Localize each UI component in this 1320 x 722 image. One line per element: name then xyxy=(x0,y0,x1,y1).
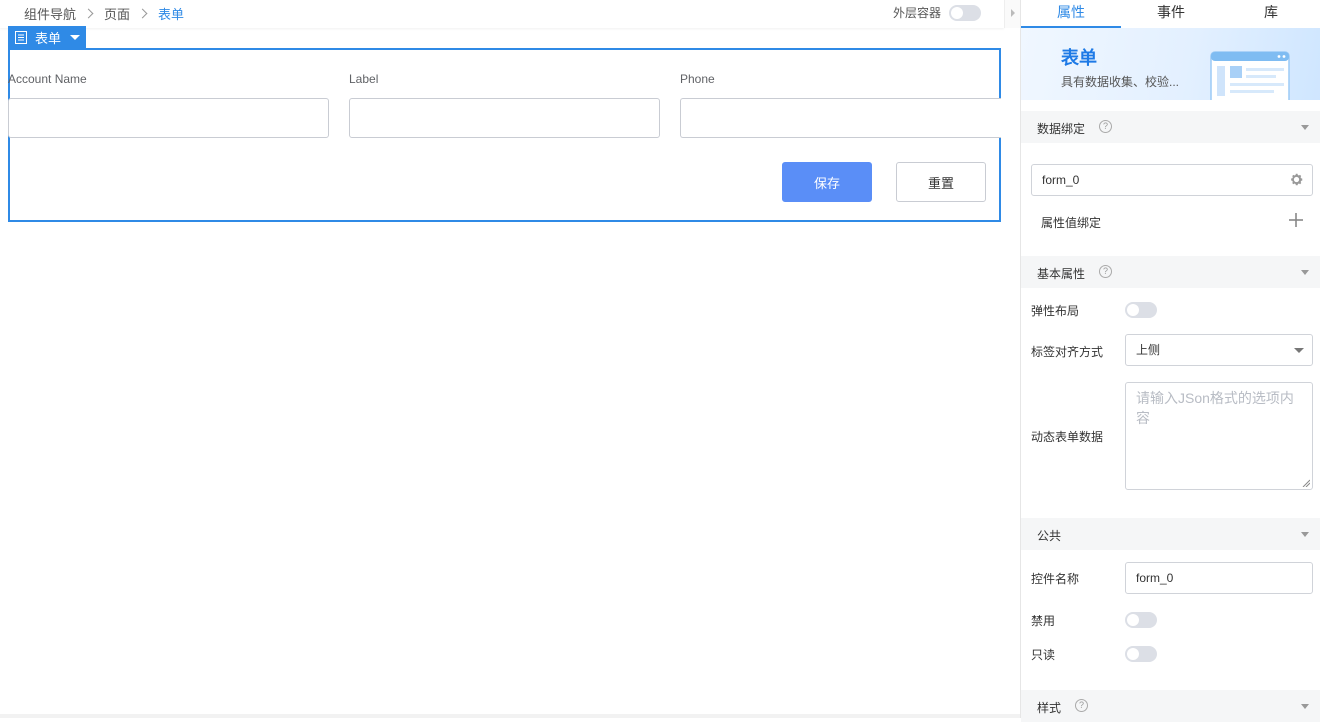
control-name-input[interactable]: form_0 xyxy=(1125,562,1313,594)
banner-title: 表单 xyxy=(1061,48,1097,68)
help-icon[interactable]: ? xyxy=(1099,265,1112,278)
form-component[interactable]: Account Name Label Phone 保存 重置 xyxy=(8,48,1001,222)
panel-tabs: 属性 事件 库 xyxy=(1021,0,1320,28)
caret-down-icon xyxy=(1301,270,1309,275)
dynamic-form-data-label: 动态表单数据 xyxy=(1031,430,1104,444)
section-title-data-binding: 数据绑定 xyxy=(1037,122,1086,136)
reset-button[interactable]: 重置 xyxy=(896,162,986,202)
dynamic-form-data-textarea[interactable]: 请输入JSon格式的选项内容 xyxy=(1125,382,1313,490)
prop-value-binding-label: 属性值绑定 xyxy=(1041,216,1102,230)
section-title-basic-properties: 基本属性 xyxy=(1037,267,1086,281)
tab-library[interactable]: 库 xyxy=(1221,0,1320,28)
form-illustration-icon xyxy=(1210,51,1290,100)
data-binding-input[interactable]: form_0 xyxy=(1031,164,1313,196)
field-label-label: Label xyxy=(349,72,379,86)
disabled-switch[interactable] xyxy=(1125,612,1157,628)
label-input[interactable] xyxy=(349,98,660,138)
canvas-bottom-divider xyxy=(0,714,1020,718)
label-align-select[interactable]: 上侧 xyxy=(1125,334,1313,366)
help-icon[interactable]: ? xyxy=(1075,699,1088,712)
breadcrumb-item-page[interactable]: 页面 xyxy=(104,4,130,23)
save-button[interactable]: 保存 xyxy=(782,162,872,202)
property-panel: 属性 事件 库 表单 具有数据收集、校验... 数据绑定 ? form_0 属性… xyxy=(1020,0,1320,722)
breadcrumb: 组件导航 页面 表单 xyxy=(24,4,184,23)
phone-input[interactable] xyxy=(680,98,1001,138)
control-name-label: 控件名称 xyxy=(1031,572,1080,586)
caret-down-icon xyxy=(1301,704,1309,709)
breadcrumb-item-form[interactable]: 表单 xyxy=(158,4,184,23)
component-banner: 表单 具有数据收集、校验... xyxy=(1021,28,1320,100)
form-tag-label: 表单 xyxy=(35,30,62,46)
canvas-topbar: 组件导航 页面 表单 外层容器 xyxy=(0,0,1004,28)
label-align-value: 上侧 xyxy=(1136,343,1161,357)
tab-events[interactable]: 事件 xyxy=(1121,0,1221,28)
section-basic-properties[interactable]: 基本属性 ? xyxy=(1021,256,1320,288)
chevron-right-icon xyxy=(83,8,94,19)
chevron-down-icon xyxy=(1294,348,1304,353)
section-style[interactable]: 样式 ? xyxy=(1021,690,1320,722)
dynamic-form-data-placeholder: 请输入JSon格式的选项内容 xyxy=(1136,390,1294,426)
breadcrumb-item-component-nav[interactable]: 组件导航 xyxy=(24,4,76,23)
field-label-account-name: Account Name xyxy=(8,72,87,86)
account-name-input[interactable] xyxy=(8,98,329,138)
field-label-phone: Phone xyxy=(680,72,715,86)
readonly-switch[interactable] xyxy=(1125,646,1157,662)
caret-down-icon xyxy=(1301,125,1309,130)
caret-down-icon xyxy=(1301,532,1309,537)
section-title-common: 公共 xyxy=(1037,529,1062,543)
resize-handle-icon[interactable] xyxy=(1302,479,1310,487)
flex-layout-label: 弹性布局 xyxy=(1031,304,1080,318)
disabled-label: 禁用 xyxy=(1031,614,1056,628)
label-align-label: 标签对齐方式 xyxy=(1031,345,1104,359)
gear-icon[interactable] xyxy=(1289,172,1304,187)
section-title-style: 样式 xyxy=(1037,701,1062,715)
outer-container-switch[interactable] xyxy=(949,4,982,21)
banner-description: 具有数据收集、校验... xyxy=(1061,75,1180,89)
caret-right-icon xyxy=(1011,9,1015,17)
section-data-binding[interactable]: 数据绑定 ? xyxy=(1021,111,1320,143)
chevron-right-icon xyxy=(137,8,148,19)
caret-down-icon xyxy=(70,34,81,40)
form-component-tag[interactable]: 表单 xyxy=(8,26,86,48)
design-canvas: 组件导航 页面 表单 外层容器 表单 Account Name Label Ph… xyxy=(0,0,1020,718)
tab-properties[interactable]: 属性 xyxy=(1021,0,1121,28)
plus-icon[interactable] xyxy=(1289,213,1303,227)
section-common[interactable]: 公共 xyxy=(1021,518,1320,550)
outer-container-label: 外层容器 xyxy=(893,6,942,20)
help-icon[interactable]: ? xyxy=(1099,120,1112,133)
form-doc-icon xyxy=(15,30,27,44)
readonly-label: 只读 xyxy=(1031,648,1056,662)
flex-layout-switch[interactable] xyxy=(1125,302,1157,318)
outer-container-toggle-group: 外层容器 xyxy=(893,4,982,21)
collapse-panel-handle[interactable] xyxy=(1004,0,1020,28)
